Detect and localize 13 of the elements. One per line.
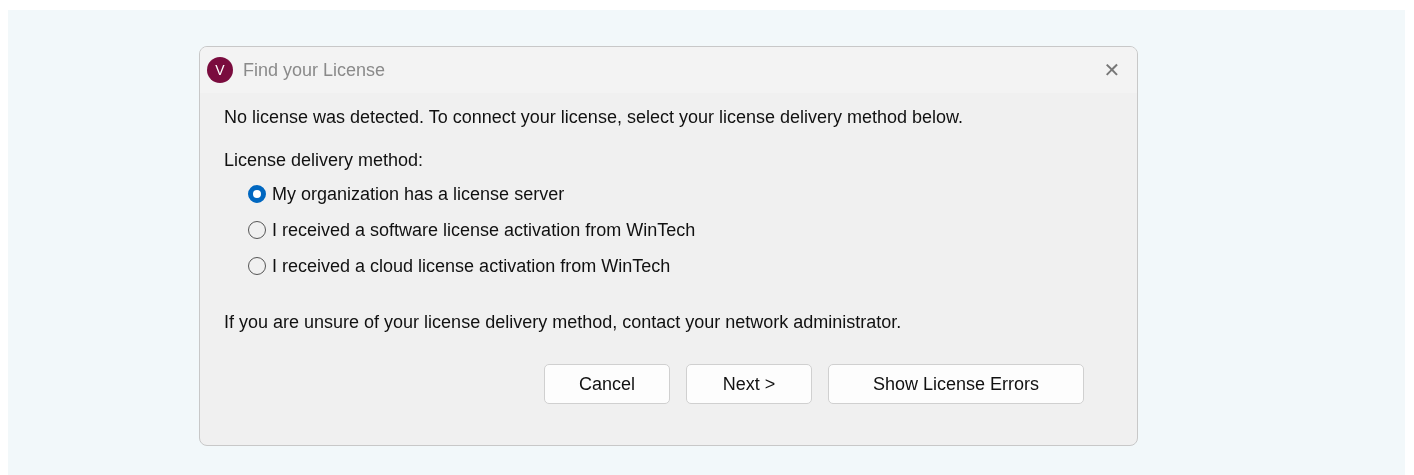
app-icon: V: [207, 57, 233, 83]
option-label[interactable]: I received a cloud license activation from WinTech: [272, 255, 671, 277]
option-label[interactable]: I received a software license activation from WinTech: [272, 219, 696, 241]
dialog-button[interactable]: Show License Errors: [828, 364, 1084, 404]
dialog-button[interactable]: Next >: [686, 364, 812, 404]
window-title: Find your License: [243, 59, 387, 81]
note-text: If you are unsure of your license delivery method, contact your network administrator.: [224, 311, 903, 333]
dialog-button[interactable]: Cancel: [544, 364, 670, 404]
group-label: License delivery method:: [224, 149, 425, 171]
radio-button[interactable]: [248, 185, 266, 203]
option-label[interactable]: My organization has a license server: [272, 183, 565, 205]
intro-text: No license was detected. To connect your license, select your license delivery method below.: [224, 106, 965, 128]
close-button[interactable]: ✕: [1095, 53, 1129, 87]
